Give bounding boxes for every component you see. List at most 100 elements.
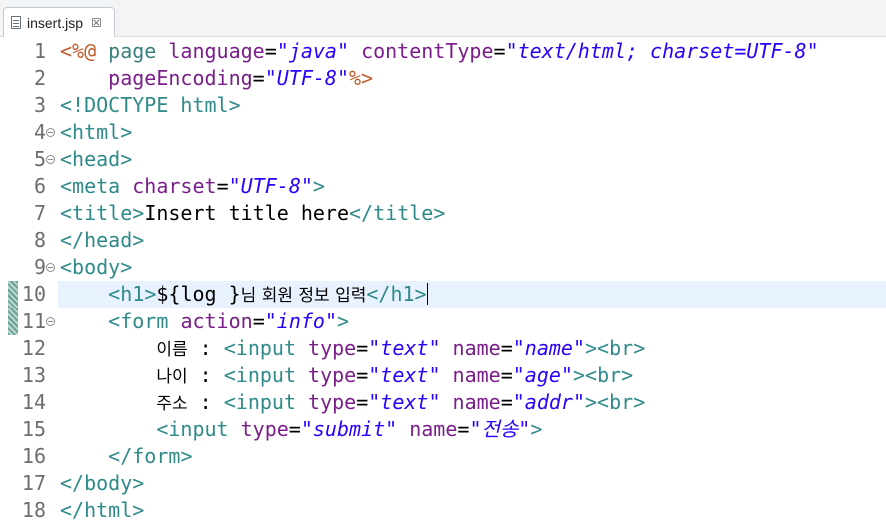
code-line[interactable]: 3 <!DOCTYPE html> xyxy=(0,92,886,119)
token-delim: > xyxy=(180,444,193,468)
line-number: 3 xyxy=(33,93,46,117)
code-line[interactable]: 1 <%@ page language="java" contentType="t… xyxy=(0,38,886,65)
token-delim: > xyxy=(621,363,634,387)
token-jspkw: page xyxy=(108,39,169,63)
code-line[interactable]: 15 <input type="submit" name="전송"> xyxy=(0,416,886,443)
code-line[interactable]: 12 이름 : <input type="text" name="name"><… xyxy=(0,335,886,362)
code-editor[interactable]: 1 <%@ page language="java" contentType="t… xyxy=(0,37,886,526)
token-text: : xyxy=(187,390,224,414)
token-tag: form xyxy=(120,309,181,333)
code-text: <head> xyxy=(58,146,886,173)
line-number: 9 xyxy=(33,255,46,279)
code-line[interactable]: 18 </html> xyxy=(0,497,886,524)
token-attr: pageEncoding xyxy=(108,66,253,90)
code-line[interactable]: 7 <title>Insert title here</title> xyxy=(0,200,886,227)
text-caret xyxy=(426,283,428,305)
code-line[interactable]: 8 </head> xyxy=(0,227,886,254)
token-attr: name xyxy=(452,390,501,414)
token-text: : xyxy=(187,363,224,387)
code-line[interactable]: 16 </form> xyxy=(0,443,886,470)
token-delim: </ xyxy=(366,282,391,306)
token-delim: < xyxy=(156,417,169,441)
code-line[interactable]: 11− <form action="info"> xyxy=(0,308,886,335)
token-attr: type xyxy=(308,390,357,414)
token-text: = xyxy=(356,336,369,360)
token-val: "name" xyxy=(512,336,586,360)
token-tag: input xyxy=(235,363,309,387)
token-kor: 님 회원 정보 입력 xyxy=(240,286,367,306)
token-val: "java" xyxy=(276,39,350,63)
code-text: <title>Insert title here</title> xyxy=(58,200,886,227)
line-number: 14 xyxy=(21,390,46,414)
token-val: "age" xyxy=(512,363,573,387)
token-delim: > xyxy=(120,120,133,144)
code-text: </form> xyxy=(58,443,886,470)
fold-toggle-icon[interactable]: − xyxy=(46,155,55,164)
token-delim: < xyxy=(108,282,121,306)
fold-toggle-icon[interactable]: − xyxy=(46,263,55,272)
token-delim: </ xyxy=(349,201,374,225)
token-delim: > xyxy=(633,390,646,414)
code-text: </body> xyxy=(58,470,886,497)
token-text: = xyxy=(252,66,265,90)
tab-label: insert.jsp xyxy=(27,14,84,31)
token-delim: </ xyxy=(60,228,85,252)
line-number: 1 xyxy=(33,39,46,63)
token-text: = xyxy=(252,309,265,333)
token-val: "UTF-8" xyxy=(264,66,350,90)
token-tag: title xyxy=(373,201,434,225)
token-text: : xyxy=(187,336,224,360)
token-delim: < xyxy=(223,336,236,360)
token-delim: > xyxy=(336,309,350,333)
token-tag: html xyxy=(84,498,133,522)
fold-toggle-icon[interactable]: − xyxy=(46,317,55,326)
code-line[interactable]: 6 <meta charset="UTF-8"> xyxy=(0,173,886,200)
token-delim: < xyxy=(60,174,73,198)
token-delim: < xyxy=(223,390,236,414)
token-delim: > xyxy=(530,417,543,441)
line-number: 18 xyxy=(21,498,46,522)
token-attr: name xyxy=(452,336,501,360)
token-attr: type xyxy=(240,417,289,441)
code-line[interactable]: 9− <body> xyxy=(0,254,886,281)
token-text: = xyxy=(288,417,301,441)
line-number: 6 xyxy=(33,174,46,198)
close-icon[interactable]: ☒ xyxy=(91,17,102,29)
token-delim: </ xyxy=(60,471,85,495)
code-line[interactable]: 14 주소 : <input type="text" name="addr"><… xyxy=(0,389,886,416)
token-tag: body xyxy=(72,255,121,279)
code-text: <input type="submit" name="전송"> xyxy=(58,416,886,443)
code-line[interactable]: 5− <head> xyxy=(0,146,886,173)
token-delim: > xyxy=(120,147,133,171)
code-text: <!DOCTYPE html> xyxy=(58,92,886,119)
code-line[interactable]: 10 <h1>${log }님 회원 정보 입력</h1> xyxy=(0,281,886,308)
code-line[interactable]: 2 pageEncoding="UTF-8"%> xyxy=(0,65,886,92)
code-text: 주소 : <input type="text" name="addr"><br> xyxy=(58,389,886,416)
token-tag: input xyxy=(168,417,241,441)
token-val: "text" xyxy=(368,363,441,387)
code-text: 나이 : <input type="text" name="age"><br> xyxy=(58,362,886,389)
code-line[interactable]: 13 나이 : <input type="text" name="age"><b… xyxy=(0,362,886,389)
token-delim: </ xyxy=(60,498,85,522)
token-tag: html xyxy=(72,120,121,144)
token-attr: type xyxy=(308,336,357,360)
fold-toggle-icon[interactable]: − xyxy=(46,128,55,137)
token-tag: body xyxy=(84,471,133,495)
tab-insert-jsp[interactable]: insert.jsp ☒ xyxy=(3,7,115,37)
line-number: 10 xyxy=(21,282,46,306)
token-tag: br xyxy=(609,390,634,414)
code-line[interactable]: 4− <html> xyxy=(0,119,886,146)
token-tag: h1 xyxy=(120,282,145,306)
token-kor: 이름 xyxy=(156,340,188,360)
token-delim: > xyxy=(228,93,241,117)
token-delim: > xyxy=(144,282,157,306)
line-number: 15 xyxy=(21,417,46,441)
token-delim: <! xyxy=(60,93,85,117)
token-delim: > xyxy=(120,255,133,279)
token-delim: < xyxy=(60,147,73,171)
token-val: "info" xyxy=(264,309,337,333)
code-line[interactable]: 17 </body> xyxy=(0,470,886,497)
